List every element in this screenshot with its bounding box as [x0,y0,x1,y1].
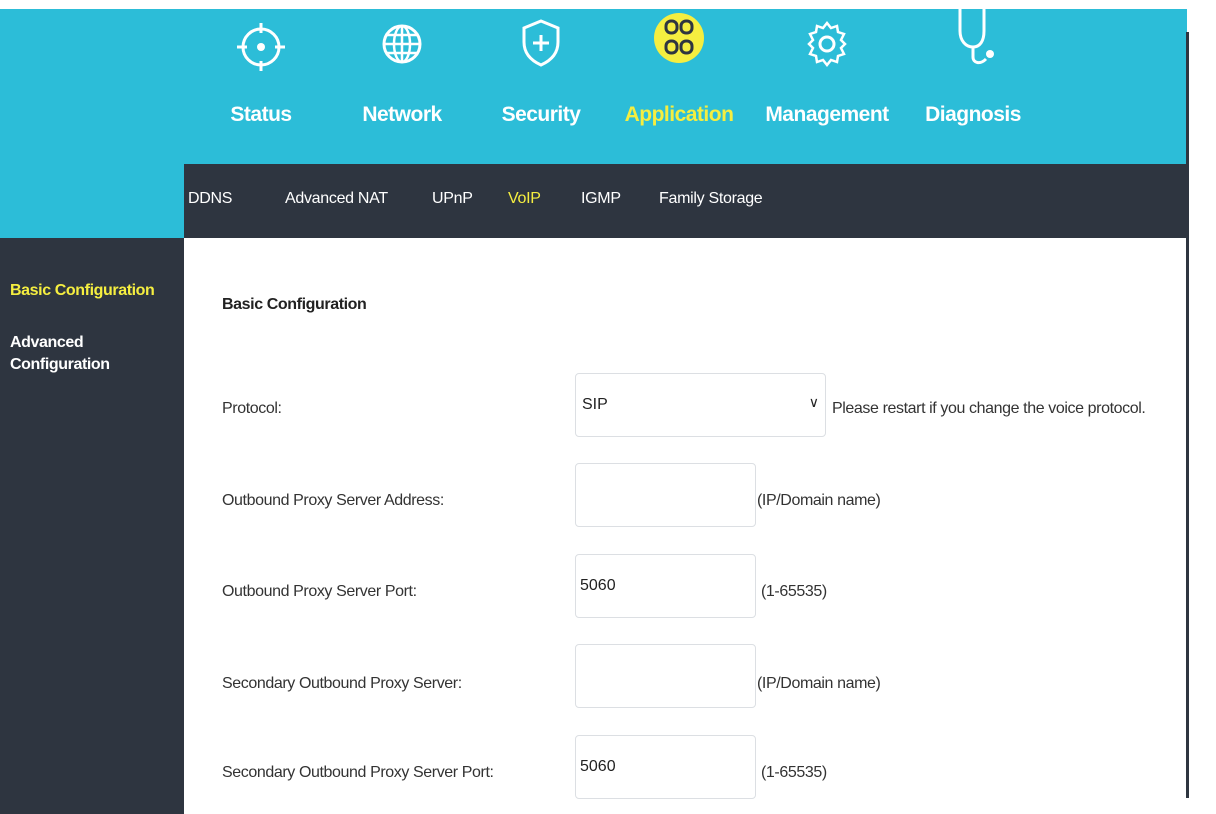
top-edge [0,0,1187,9]
subnav-item-advanced-nat[interactable]: Advanced NAT [285,190,388,208]
left-header-panel [0,164,184,238]
nav-management[interactable]: Management [760,9,894,164]
secondary-proxy-port-hint: (1-65535) [761,764,827,781]
nav-label-security: Security [501,103,581,126]
gear-icon [802,9,852,79]
shield-icon [516,9,566,79]
stethoscope-icon [948,9,998,79]
status-icon [236,9,286,79]
outbound-proxy-port-label: Outbound Proxy Server Port: [222,583,417,600]
top-right-corner [1187,0,1216,9]
subnav-item-upnp[interactable]: UPnP [432,190,473,208]
globe-icon [377,9,427,79]
right-border [1186,32,1189,798]
outbound-proxy-address-input[interactable] [575,463,756,527]
nav-diagnosis[interactable]: Diagnosis [918,9,1028,164]
apps-icon [654,9,704,79]
subnav-item-igmp[interactable]: IGMP [581,190,621,208]
nav-label-diagnosis: Diagnosis [925,103,1021,126]
nav-label-network: Network [362,103,442,126]
sub-nav-bar: DDNS Advanced NAT UPnP VoIP IGMP Family … [184,164,1187,238]
nav-application[interactable]: Application [614,9,744,164]
secondary-proxy-port-input[interactable] [575,735,756,799]
subnav-item-voip[interactable]: VoIP [508,190,541,208]
main-content: Basic Configuration Protocol: SIP ∨ Plea… [184,238,1186,814]
secondary-proxy-address-input[interactable] [575,644,756,708]
nav-security[interactable]: Security [494,9,588,164]
sidebar: Basic Configuration Advanced Configurati… [0,238,184,814]
subnav-item-family-storage[interactable]: Family Storage [659,190,763,208]
secondary-proxy-port-label: Secondary Outbound Proxy Server Port: [222,764,494,781]
outbound-proxy-address-label: Outbound Proxy Server Address: [222,492,444,509]
secondary-proxy-address-hint: (IP/Domain name) [757,675,881,692]
protocol-select[interactable]: SIP ∨ [575,373,826,437]
outbound-proxy-address-hint: (IP/Domain name) [757,492,881,509]
protocol-select-value: SIP [582,396,608,413]
chevron-down-icon: ∨ [808,394,819,410]
outbound-proxy-port-hint: (1-65535) [761,583,827,600]
nav-label-application: Application [624,103,734,126]
secondary-proxy-address-label: Secondary Outbound Proxy Server: [222,675,462,692]
sidebar-item-basic-configuration[interactable]: Basic Configuration [10,280,180,302]
outbound-proxy-port-input[interactable] [575,554,756,618]
main-nav-bar: Status Network Security Application Mana… [0,9,1187,164]
protocol-hint: Please restart if you change the voice p… [832,400,1146,417]
nav-network[interactable]: Network [352,9,452,164]
nav-status[interactable]: Status [216,9,306,164]
nav-label-status: Status [230,103,292,126]
subnav-item-ddns[interactable]: DDNS [188,190,232,208]
protocol-label: Protocol: [222,400,282,417]
nav-label-management: Management [765,103,889,126]
sidebar-item-advanced-configuration[interactable]: Advanced Configuration [10,332,140,376]
section-title: Basic Configuration [222,296,367,313]
